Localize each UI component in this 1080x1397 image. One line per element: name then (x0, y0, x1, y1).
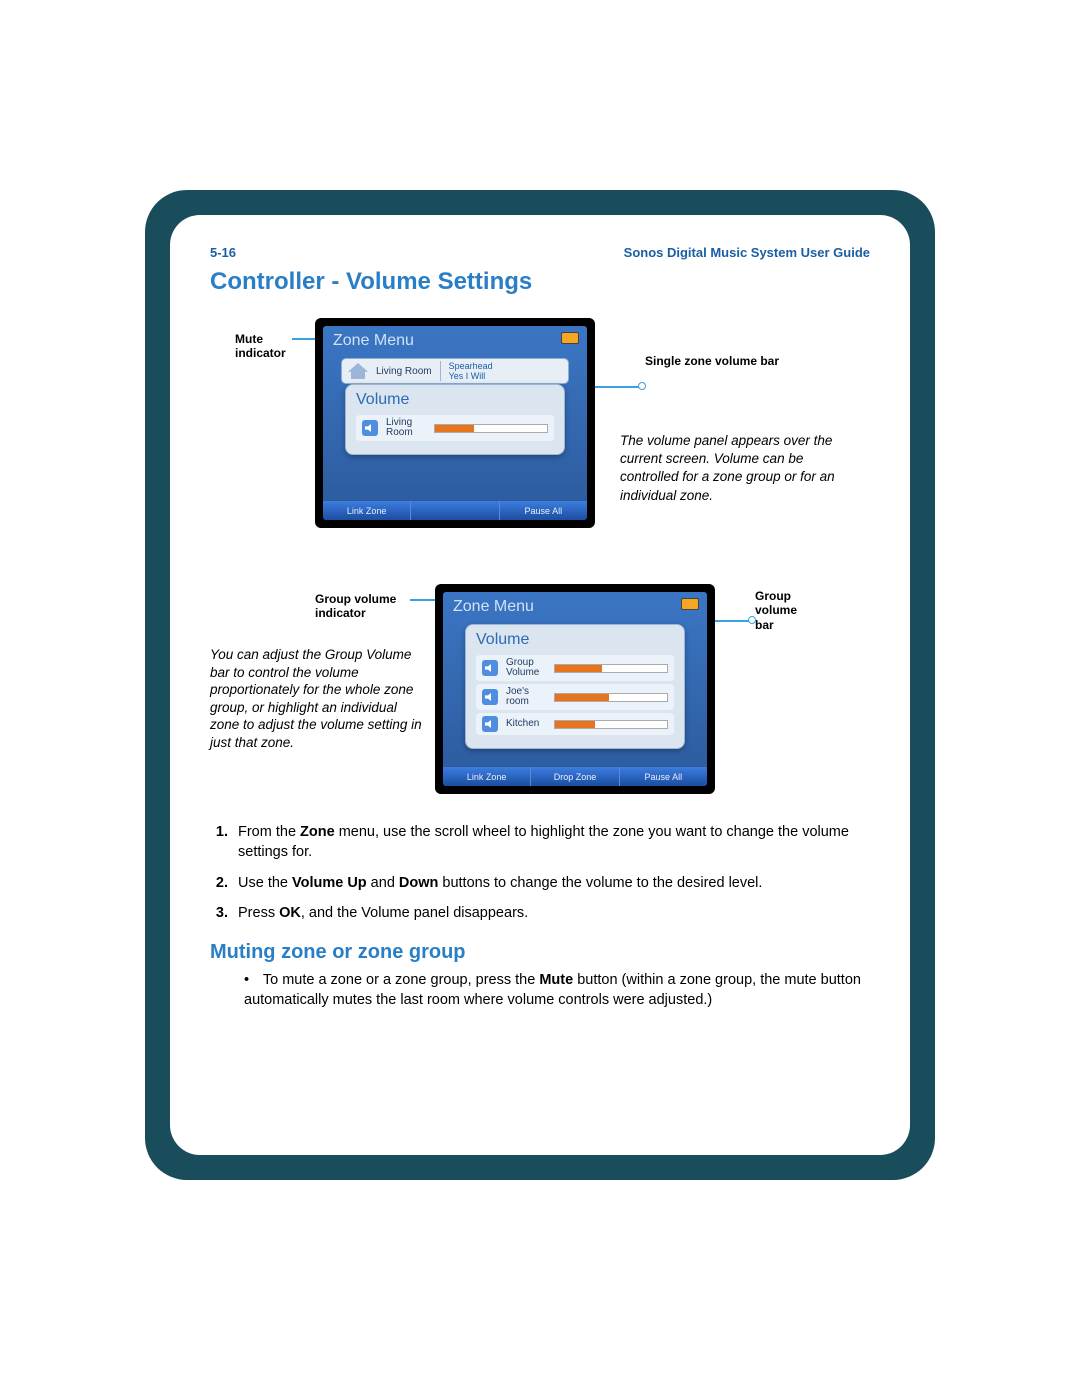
screen-inner: Zone Menu Volume Group Volume Joe's room (443, 592, 707, 786)
doc-title: Sonos Digital Music System User Guide (624, 245, 870, 260)
mute-icon (482, 716, 498, 732)
room-name: Living Room (386, 418, 426, 438)
page-header: 5-16 Sonos Digital Music System User Gui… (210, 245, 870, 260)
volume-popup: Volume Living Room (345, 384, 565, 455)
bb-link-zone: Link Zone (323, 501, 411, 520)
controller-screen-1: Zone Menu Living Room Spearhead Yes I Wi… (315, 318, 595, 528)
volume-popup: Volume Group Volume Joe's room (465, 624, 685, 749)
track-title: Yes I Will (449, 371, 493, 381)
room-name: Kitchen (506, 719, 546, 729)
mute-bullet: To mute a zone or a zone group, press th… (244, 970, 870, 1011)
volume-fill (555, 721, 595, 728)
bottom-bar: Link Zone Pause All (323, 500, 587, 520)
caption-single-zone: The volume panel appears over the curren… (620, 432, 860, 505)
steps-list: From the Zone menu, use the scroll wheel… (232, 822, 870, 923)
mute-icon (482, 660, 498, 676)
page-frame: 5-16 Sonos Digital Music System User Gui… (145, 190, 935, 1180)
mute-icon (482, 689, 498, 705)
battery-icon (681, 598, 699, 610)
zone-card: Living Room Spearhead Yes I Will (341, 358, 569, 384)
room-name: Group Volume (506, 658, 546, 678)
label-group-volume-indicator: Group volume indicator (315, 592, 415, 621)
label-single-zone-bar: Single zone volume bar (645, 354, 795, 368)
bb-link-zone: Link Zone (443, 767, 531, 786)
mute-icon (362, 420, 378, 436)
label-group-volume-bar: Group volume bar (755, 589, 815, 632)
diagram-single-zone: Mute indicator Single zone volume bar Zo… (210, 314, 870, 574)
section-title-volume: Controller - Volume Settings (210, 268, 870, 296)
bottom-bar: Link Zone Drop Zone Pause All (443, 766, 707, 786)
volume-bar (554, 664, 668, 673)
room-name: Joe's room (506, 687, 546, 707)
volume-bar (554, 693, 668, 702)
page-number: 5-16 (210, 245, 236, 260)
volume-row-group: Group Volume (476, 655, 674, 681)
page-content: 5-16 Sonos Digital Music System User Gui… (170, 215, 910, 1155)
volume-row: Living Room (356, 415, 554, 441)
track-info: Spearhead Yes I Will (440, 361, 493, 381)
step-1: From the Zone menu, use the scroll wheel… (232, 822, 870, 863)
label-mute-indicator: Mute indicator (235, 332, 305, 361)
callout-dot (638, 382, 646, 390)
bb-center (411, 501, 499, 520)
popup-title: Volume (476, 631, 674, 649)
diagram-group-zone: Group volume indicator Group volume bar … (210, 592, 870, 812)
volume-fill (555, 694, 609, 701)
volume-row-joes: Joe's room (476, 684, 674, 710)
caption-group-zone: You can adjust the Group Volume bar to c… (210, 646, 425, 751)
volume-bar (434, 424, 548, 433)
step-3: Press OK, and the Volume panel disappear… (232, 903, 870, 923)
track-artist: Spearhead (449, 361, 493, 371)
battery-icon (561, 332, 579, 344)
house-icon (348, 363, 368, 379)
bb-pause-all: Pause All (500, 501, 587, 520)
bb-drop-zone: Drop Zone (531, 767, 619, 786)
mute-bullet-list: To mute a zone or a zone group, press th… (244, 970, 870, 1011)
bb-pause-all: Pause All (620, 767, 707, 786)
popup-title: Volume (356, 391, 554, 409)
callout-dot (748, 616, 756, 624)
volume-row-kitchen: Kitchen (476, 713, 674, 735)
step-2: Use the Volume Up and Down buttons to ch… (232, 873, 870, 893)
volume-bar (554, 720, 668, 729)
controller-screen-2: Zone Menu Volume Group Volume Joe's room (435, 584, 715, 794)
screen-title: Zone Menu (323, 326, 587, 354)
volume-fill (435, 425, 474, 432)
screen-inner: Zone Menu Living Room Spearhead Yes I Wi… (323, 326, 587, 520)
section-title-muting: Muting zone or zone group (210, 941, 870, 964)
volume-fill (555, 665, 602, 672)
screen-title: Zone Menu (443, 592, 707, 620)
zone-card-room: Living Room (376, 366, 432, 377)
